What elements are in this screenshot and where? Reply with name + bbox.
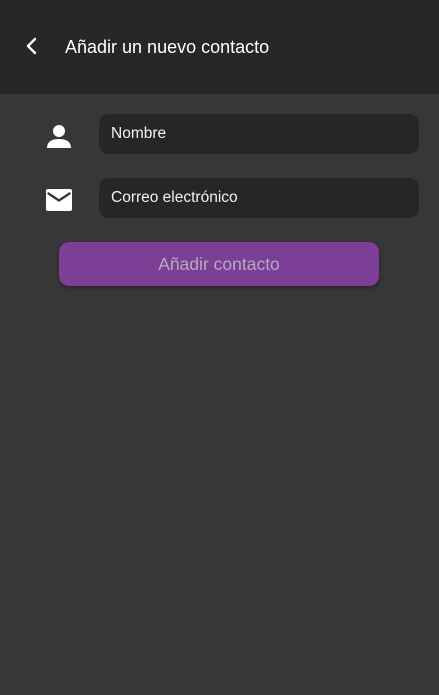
back-button[interactable]	[18, 32, 46, 60]
person-icon	[44, 121, 74, 151]
mail-icon	[44, 185, 74, 215]
app-header: Añadir un nuevo contacto	[0, 0, 439, 94]
chevron-left-icon	[26, 37, 37, 55]
name-field[interactable]	[99, 114, 419, 154]
email-field[interactable]	[99, 178, 419, 218]
add-contact-button[interactable]: Añadir contacto	[59, 242, 379, 286]
page-title: Añadir un nuevo contacto	[65, 37, 270, 57]
name-input[interactable]	[111, 125, 407, 143]
email-input[interactable]	[111, 189, 407, 207]
